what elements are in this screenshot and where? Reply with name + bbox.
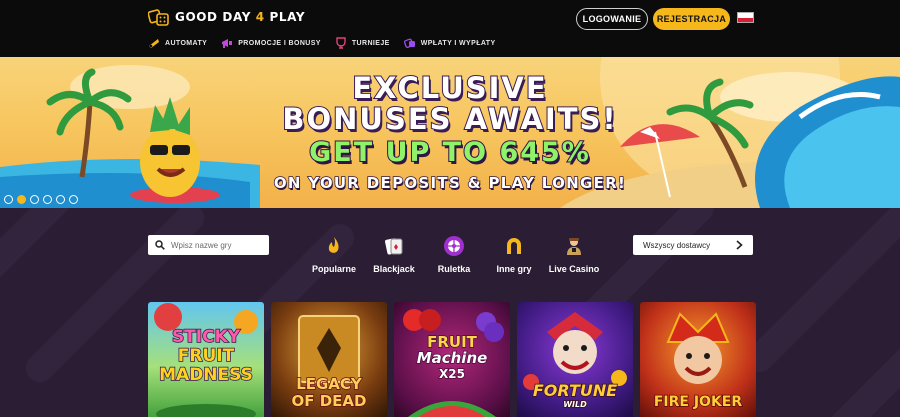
- game-title-line: Machine: [416, 349, 488, 367]
- carousel-dot[interactable]: [43, 195, 52, 204]
- game-title-line: STICKY: [171, 327, 241, 348]
- category-tabs: Popularne Blackjack Ruletka Inne gry Liv…: [305, 235, 605, 274]
- game-lobby: Popularne Blackjack Ruletka Inne gry Liv…: [0, 208, 900, 417]
- horseshoe-icon: [507, 238, 521, 254]
- game-grid: STICKY FRUIT MADNESS LEGACY OF DEAD FRUI…: [148, 302, 756, 417]
- category-popularne[interactable]: Popularne: [305, 235, 363, 274]
- search-icon: [155, 240, 165, 250]
- game-title-line: WILD: [562, 399, 587, 410]
- nav-item-turnieje[interactable]: TURNIEJE: [335, 37, 390, 49]
- chevron-right-icon: [736, 240, 743, 250]
- category-blackjack[interactable]: Blackjack: [365, 235, 423, 274]
- game-tile[interactable]: FRUIT Machine X25: [394, 302, 510, 417]
- game-title-line: LEGACY: [295, 375, 362, 394]
- promo-banner[interactable]: EXCLUSIVE BONUSES AWAITS! GET UP TO 645%…: [0, 57, 900, 208]
- carousel-dot-active[interactable]: [17, 195, 26, 204]
- game-tile[interactable]: LEGACY OF DEAD: [271, 302, 387, 417]
- game-title: LEGACY OF DEAD: [271, 375, 387, 411]
- game-tile[interactable]: FORTUNE WILD: [517, 302, 633, 417]
- brand-name-number: 4: [255, 10, 265, 24]
- dice-icon: [403, 38, 415, 49]
- nav-item-automaty[interactable]: AUTOMATY: [148, 37, 207, 49]
- cards-icon: [385, 238, 403, 255]
- game-title-line: FIRE JOKER: [653, 393, 743, 411]
- nav-item-promocje[interactable]: PROMOCJE I BONUSY: [221, 37, 321, 49]
- game-tile[interactable]: STICKY FRUIT MADNESS: [148, 302, 264, 417]
- carousel-dot[interactable]: [4, 195, 13, 204]
- provider-select[interactable]: Wszyscy dostawcy: [633, 235, 753, 255]
- game-title-line: MADNESS: [158, 365, 253, 386]
- game-title: STICKY FRUIT MADNESS: [148, 327, 264, 386]
- site-logo[interactable]: GOOD DAY 4 PLAY: [148, 4, 305, 30]
- game-title: FRUIT Machine X25: [394, 333, 510, 382]
- language-flag-icon[interactable]: [737, 12, 754, 23]
- brand-name: GOOD DAY 4 PLAY: [175, 10, 305, 24]
- dice-logo-icon: [148, 9, 169, 26]
- main-nav: AUTOMATY PROMOCJE I BONUSY TURNIEJE WPŁA…: [148, 36, 510, 50]
- category-ruletka[interactable]: Ruletka: [425, 235, 483, 274]
- carousel-dot[interactable]: [56, 195, 65, 204]
- site-header: GOOD DAY 4 PLAY LOGOWANIE REJESTRACJA AU…: [0, 0, 900, 57]
- cherry-icon: [149, 39, 159, 48]
- banner-pagination: [4, 195, 78, 204]
- category-inne-gry[interactable]: Inne gry: [485, 235, 543, 274]
- nav-item-wplaty[interactable]: WPŁATY I WYPŁATY: [403, 37, 496, 49]
- game-title: FIRE JOKER: [640, 393, 756, 411]
- game-title-line: FRUIT: [426, 333, 477, 351]
- register-button[interactable]: REJESTRACJA: [653, 8, 730, 30]
- game-title-line: X25: [438, 366, 465, 382]
- provider-select-value: Wszyscy dostawcy: [643, 240, 711, 250]
- game-search[interactable]: [148, 235, 269, 255]
- megaphone-icon: [222, 39, 233, 48]
- game-title-line: FRUIT: [177, 346, 235, 367]
- nav-label: PROMOCJE I BONUSY: [238, 39, 321, 47]
- game-title-line: OF DEAD: [291, 392, 367, 411]
- category-label: Inne gry: [496, 264, 532, 274]
- flame-icon: [328, 237, 339, 253]
- search-input[interactable]: [171, 240, 267, 250]
- game-title-line: FORTUNE: [532, 381, 618, 400]
- category-label: Live Casino: [548, 264, 600, 274]
- game-tile[interactable]: FIRE JOKER: [640, 302, 756, 417]
- game-title: FORTUNE WILD: [517, 381, 633, 412]
- login-button[interactable]: LOGOWANIE: [576, 8, 648, 30]
- category-label: Popularne: [311, 264, 356, 274]
- roulette-icon: [444, 236, 464, 256]
- dealer-icon: [567, 238, 581, 255]
- nav-label: WPŁATY I WYPŁATY: [420, 39, 496, 47]
- category-label: Ruletka: [437, 264, 471, 274]
- banner-headline-2: BONUSES AWAITS!: [281, 101, 618, 137]
- banner-subline: ON YOUR DEPOSITS & PLAY LONGER!: [273, 173, 627, 193]
- nav-label: TURNIEJE: [351, 39, 390, 47]
- banner-headline-1: EXCLUSIVE: [351, 70, 548, 106]
- brand-name-part: GOOD DAY: [175, 10, 256, 24]
- trophy-icon: [336, 37, 346, 49]
- category-label: Blackjack: [373, 264, 415, 274]
- brand-name-part: PLAY: [264, 10, 306, 24]
- banner-bonus-offer: GET UP TO 645%: [308, 136, 591, 169]
- nav-label: AUTOMATY: [165, 39, 208, 47]
- carousel-dot[interactable]: [69, 195, 78, 204]
- carousel-dot[interactable]: [30, 195, 39, 204]
- category-live-casino[interactable]: Live Casino: [545, 235, 603, 274]
